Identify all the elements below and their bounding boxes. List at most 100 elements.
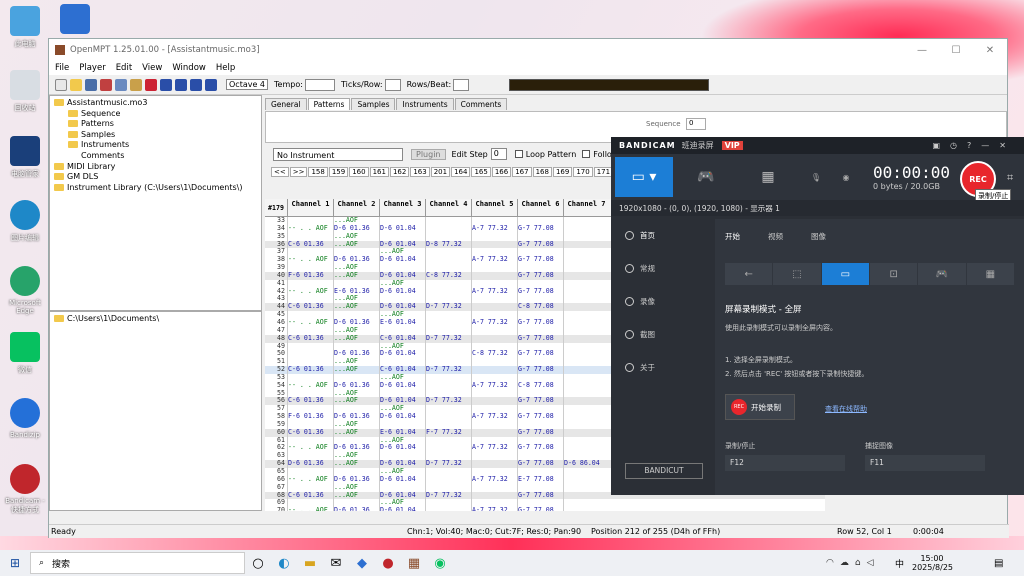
pattern-cell[interactable] [425, 373, 471, 382]
pattern-cell[interactable]: ...AOF [379, 468, 425, 476]
pattern-cell[interactable]: ...AOF [333, 428, 379, 437]
pattern-cell[interactable] [287, 373, 333, 382]
pattern-cell[interactable] [425, 248, 471, 257]
pattern-cell[interactable]: -- . . AOF [287, 224, 333, 233]
pattern-cell[interactable] [425, 444, 471, 453]
pattern-cell[interactable] [517, 217, 563, 225]
pattern-cell[interactable]: A-7 77.32 [471, 381, 517, 390]
pattern-cell[interactable] [563, 232, 609, 241]
pattern-cell[interactable] [287, 389, 333, 398]
pattern-cell[interactable] [563, 350, 609, 359]
desktop-icon-bandizip[interactable]: Bandizip [2, 398, 48, 439]
pattern-cell[interactable]: -- . . AOF [287, 318, 333, 327]
pattern-cell[interactable] [517, 358, 563, 367]
pattern-cell[interactable]: ...AOF [333, 483, 379, 492]
pattern-cell[interactable]: A-7 77.32 [471, 287, 517, 296]
pattern-cell[interactable]: D-6 01.04 [379, 491, 425, 500]
tree-item-instruments[interactable]: Instruments [54, 140, 257, 151]
pattern-cell[interactable]: D-6 01.04 [379, 475, 425, 484]
pattern-cell[interactable] [563, 491, 609, 500]
webcam-icon[interactable]: ◉ [831, 157, 861, 197]
pattern-cell[interactable] [425, 342, 471, 351]
pattern-cell[interactable] [471, 303, 517, 312]
pattern-cell[interactable]: D-6 01.04 [379, 287, 425, 296]
search-box[interactable]: ⌕ 搜索 [30, 552, 245, 574]
pattern-cell[interactable] [287, 342, 333, 351]
pattern-cell[interactable] [333, 342, 379, 351]
pattern-cell[interactable] [563, 334, 609, 343]
pattern-cell[interactable]: C-6 01.36 [287, 303, 333, 312]
pattern-cell[interactable]: D-6 01.04 [379, 381, 425, 390]
pattern-cell[interactable] [333, 311, 379, 319]
pattern-cell[interactable] [333, 499, 379, 508]
pattern-cell[interactable] [517, 499, 563, 508]
pattern-cell[interactable] [471, 420, 517, 429]
pattern-cell[interactable] [379, 483, 425, 492]
pattern-cell[interactable]: D-6 01.04 [379, 397, 425, 406]
pattern-cell[interactable]: C-8 77.32 [425, 271, 471, 280]
pattern-cell[interactable] [563, 436, 609, 445]
input-language[interactable]: 中 [895, 557, 904, 570]
pattern-cell[interactable] [287, 420, 333, 429]
channel-header-2[interactable]: Channel 2 [333, 199, 379, 216]
pattern-cell[interactable] [563, 311, 609, 319]
tree-item-comments[interactable]: Comments [54, 151, 257, 162]
folder-path[interactable]: C:\Users\1\Documents\ [54, 314, 257, 323]
pattern-cell[interactable]: C-8 77.08 [517, 381, 563, 390]
pattern-cell[interactable] [471, 499, 517, 508]
pattern-cell[interactable] [287, 217, 333, 225]
pattern-cell[interactable] [471, 373, 517, 382]
pattern-cell[interactable]: D-7 77.32 [425, 334, 471, 343]
pattern-cell[interactable] [425, 483, 471, 492]
tab-patterns[interactable]: Patterns [307, 98, 351, 110]
pattern-cell[interactable] [517, 264, 563, 272]
pattern-cell[interactable] [425, 318, 471, 327]
pattern-cell[interactable] [425, 405, 471, 414]
pattern-cell[interactable] [287, 311, 333, 319]
tab-video[interactable]: 视频 [768, 231, 783, 242]
pattern-cell[interactable] [563, 358, 609, 367]
pattern-cell[interactable]: A-7 77.32 [471, 413, 517, 421]
pattern-cell[interactable]: ...AOF [333, 295, 379, 304]
pattern-cell[interactable]: ...AOF [379, 405, 425, 414]
pattern-cell[interactable] [563, 381, 609, 390]
pattern-cell[interactable] [287, 326, 333, 335]
tab-general[interactable]: General [265, 98, 307, 110]
pattern-cell[interactable]: ...AOF [379, 342, 425, 351]
pattern-cell[interactable] [425, 264, 471, 272]
pattern-cell[interactable]: ...AOF [379, 311, 425, 319]
pattern-cell[interactable] [517, 326, 563, 335]
sequence-field[interactable]: 0 [686, 118, 706, 130]
side-about[interactable]: 关于 [611, 351, 715, 384]
pattern-cell[interactable]: D-6 01.36 [333, 475, 379, 484]
pattern-cell[interactable]: C-6 01.36 [287, 397, 333, 406]
pattern-cell[interactable] [287, 295, 333, 304]
pattern-cell[interactable] [563, 248, 609, 257]
order-item[interactable]: 170 [573, 167, 593, 177]
pattern-cell[interactable] [379, 358, 425, 367]
order-item[interactable]: >> [289, 167, 308, 177]
pattern-cell[interactable]: D-6 01.04 [379, 444, 425, 453]
pattern-cell[interactable] [287, 483, 333, 492]
pattern-cell[interactable]: D-6 01.36 [333, 224, 379, 233]
play-pattern-icon[interactable] [190, 78, 202, 91]
pattern-cell[interactable] [287, 452, 333, 461]
pattern-cell[interactable]: G-7 77.08 [517, 287, 563, 296]
pattern-cell[interactable] [425, 217, 471, 225]
tab-start[interactable]: 开始 [725, 231, 740, 242]
menu-help[interactable]: Help [216, 63, 235, 73]
pattern-cell[interactable] [471, 334, 517, 343]
channel-header-5[interactable]: Channel 5 [471, 199, 517, 216]
pattern-cell[interactable]: D-6 86.04 [563, 460, 609, 468]
pattern-cell[interactable]: F-6 01.36 [287, 413, 333, 421]
bandicam-taskbar-icon[interactable]: ● [375, 550, 401, 576]
pattern-cell[interactable]: ...AOF [333, 240, 379, 249]
pattern-cell[interactable]: ...AOF [333, 420, 379, 429]
tree-item-instrument-library[interactable]: Instrument Library (C:\Users\1\Documents… [54, 183, 257, 194]
pattern-cell[interactable] [517, 468, 563, 476]
pattern-cell[interactable]: D-6 01.04 [379, 350, 425, 359]
pattern-cell[interactable] [471, 279, 517, 288]
edge-taskbar-icon[interactable]: ◐ [271, 550, 297, 576]
close-button[interactable]: ✕ [973, 45, 1007, 56]
pattern-cell[interactable] [333, 373, 379, 382]
